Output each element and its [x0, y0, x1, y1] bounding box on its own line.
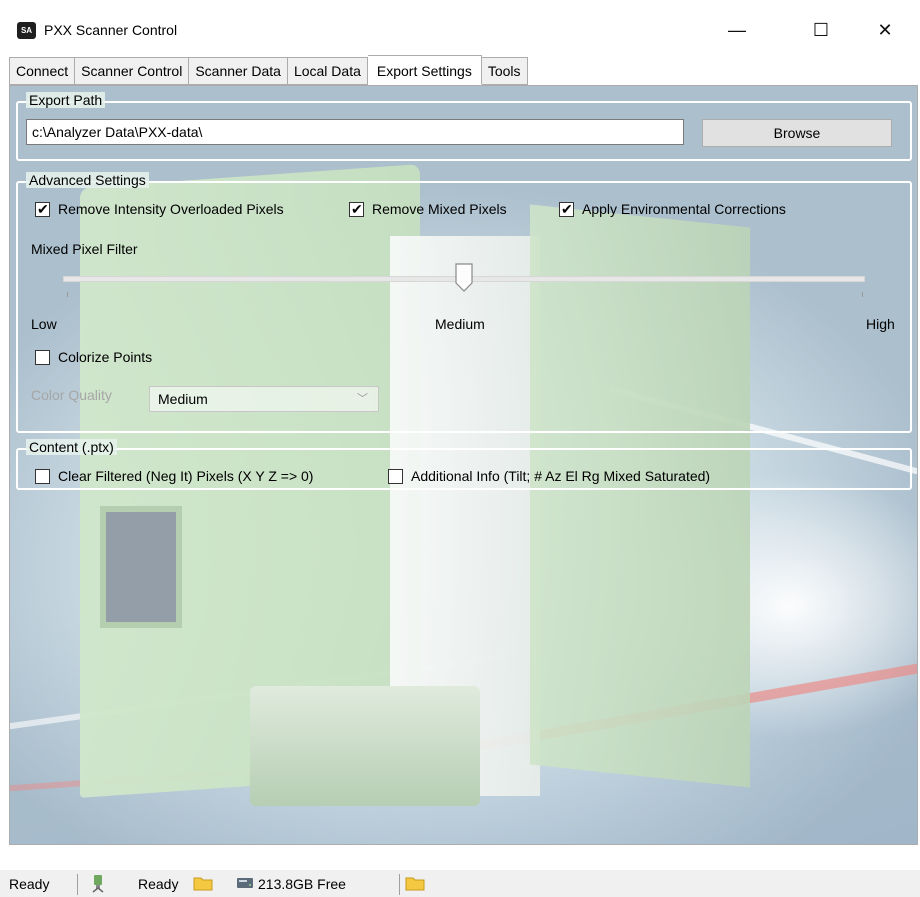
slider-medium-label: Medium — [435, 316, 485, 332]
color-quality-label: Color Quality — [31, 387, 112, 403]
close-button[interactable]: ✕ — [862, 8, 908, 52]
color-quality-select[interactable]: Medium ﹀ — [149, 386, 379, 412]
apply-env-label: Apply Environmental Corrections — [582, 201, 786, 217]
slider-thumb[interactable] — [455, 263, 473, 293]
status-separator — [399, 874, 400, 895]
content-ptx-legend: Content (.ptx) — [26, 439, 117, 455]
disk-icon — [236, 875, 254, 894]
status-text: Ready — [9, 876, 50, 892]
minimize-button[interactable]: — — [714, 8, 760, 52]
checkbox-checked-icon — [349, 200, 364, 218]
additional-info-checkbox[interactable]: Additional Info (Tilt; # Az El Rg Mixed … — [388, 468, 710, 484]
slider-tick-low — [67, 292, 68, 297]
export-path-group: Export Path c:\Analyzer Data\PXX-data\ B… — [16, 92, 912, 161]
app-icon: SA — [17, 22, 36, 39]
title-bar: SA PXX Scanner Control — ☐ ✕ — [0, 0, 920, 56]
scanner-status-text: Ready — [138, 876, 179, 892]
tab-connect[interactable]: Connect — [9, 57, 76, 85]
tab-scanner-control[interactable]: Scanner Control — [75, 57, 190, 85]
slider-high-label: High — [866, 316, 895, 332]
remove-mixed-label: Remove Mixed Pixels — [372, 201, 507, 217]
disk-free-text: 213.8GB Free — [258, 876, 346, 892]
mixed-pixel-filter-label: Mixed Pixel Filter — [31, 241, 138, 257]
close-icon: ✕ — [877, 19, 893, 40]
checkbox-unchecked-icon — [388, 468, 403, 484]
window-title: PXX Scanner Control — [44, 22, 178, 38]
checkbox-unchecked-icon — [35, 349, 50, 365]
browse-button[interactable]: Browse — [702, 119, 892, 147]
color-quality-value: Medium — [158, 391, 208, 407]
checkbox-checked-icon — [559, 200, 574, 218]
export-path-legend: Export Path — [26, 92, 106, 108]
chevron-down-icon: ﹀ — [357, 393, 368, 405]
slider-tick-high — [862, 292, 863, 297]
tab-strip: Connect Scanner Control Scanner Data Loc… — [9, 55, 528, 85]
folder-icon[interactable] — [193, 874, 213, 895]
colorize-points-label: Colorize Points — [58, 349, 153, 365]
tab-local-data[interactable]: Local Data — [287, 57, 368, 85]
remove-intensity-checkbox[interactable]: Remove Intensity Overloaded Pixels — [35, 200, 284, 218]
minimize-icon: — — [728, 19, 746, 40]
checkbox-checked-icon — [35, 200, 50, 218]
colorize-points-checkbox[interactable]: Colorize Points — [35, 349, 152, 365]
clear-filtered-label: Clear Filtered (Neg It) Pixels (X Y Z =>… — [58, 468, 314, 484]
content-ptx-group: Content (.ptx) Clear Filtered (Neg It) P… — [16, 439, 912, 490]
export-path-input[interactable]: c:\Analyzer Data\PXX-data\ — [26, 119, 684, 145]
clear-filtered-checkbox[interactable]: Clear Filtered (Neg It) Pixels (X Y Z =>… — [35, 468, 313, 484]
tab-scanner-data[interactable]: Scanner Data — [189, 57, 288, 85]
slider-low-label: Low — [31, 316, 57, 332]
folder-icon[interactable] — [405, 874, 425, 895]
remove-mixed-checkbox[interactable]: Remove Mixed Pixels — [349, 200, 507, 218]
scanner-icon — [91, 873, 105, 896]
tab-export-settings[interactable]: Export Settings — [367, 55, 482, 85]
checkbox-unchecked-icon — [35, 468, 50, 484]
status-separator — [77, 874, 78, 895]
status-bar: Ready Ready 213.8GB Free — [0, 870, 920, 897]
maximize-button[interactable]: ☐ — [798, 8, 844, 52]
remove-intensity-label: Remove Intensity Overloaded Pixels — [58, 201, 284, 217]
tab-tools[interactable]: Tools — [481, 57, 528, 85]
maximize-icon: ☐ — [812, 19, 830, 40]
export-settings-panel: Export Path c:\Analyzer Data\PXX-data\ B… — [9, 85, 918, 845]
apply-env-checkbox[interactable]: Apply Environmental Corrections — [559, 200, 786, 218]
additional-info-label: Additional Info (Tilt; # Az El Rg Mixed … — [411, 468, 711, 484]
advanced-settings-legend: Advanced Settings — [26, 172, 149, 188]
